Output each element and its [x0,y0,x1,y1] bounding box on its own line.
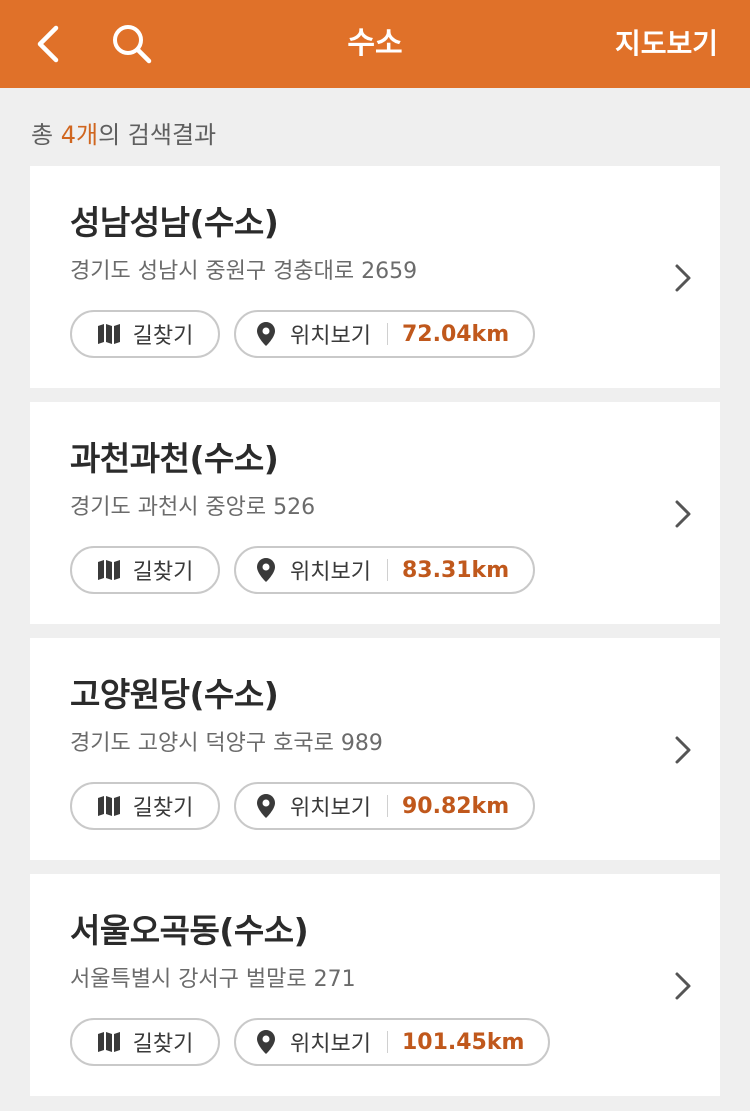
location-label: 위치보기 [290,796,371,821]
page-title: 수소 [347,26,403,61]
divider [386,559,388,581]
location-button[interactable]: 위치보기 90.82km [234,782,536,830]
location-pin-icon [256,1029,276,1055]
divider [386,323,388,345]
chevron-right-icon [670,496,696,532]
station-name: 과천과천(수소) [70,439,279,478]
station-address: 서울특별시 강서구 벌말로 271 [70,967,356,992]
top-bar: 수소 지도보기 [0,0,750,88]
station-list: 성남성남(수소) 경기도 성남시 중원구 경충대로 2659 길찾기 위치보기 … [30,166,720,1110]
map-icon [97,796,120,816]
station-address: 경기도 과천시 중앙로 526 [70,495,316,520]
station-name: 서울오곡동(수소) [70,911,309,950]
search-button[interactable] [104,20,160,68]
result-count: 4개 [60,121,99,149]
station-address: 경기도 고양시 덕양구 호국로 989 [70,731,383,756]
divider [386,1031,388,1053]
route-button[interactable]: 길찾기 [70,310,220,358]
location-pin-icon [256,793,276,819]
station-card[interactable]: 고양원당(수소) 경기도 고양시 덕양구 호국로 989 길찾기 위치보기 90… [30,638,720,860]
chevron-right-icon [670,968,696,1004]
location-button[interactable]: 위치보기 101.45km [234,1018,551,1066]
distance: 72.04km [401,321,510,347]
route-button[interactable]: 길찾기 [70,782,220,830]
location-pin-icon [256,321,276,347]
search-icon [113,25,152,64]
route-button[interactable]: 길찾기 [70,546,220,594]
station-card[interactable]: 과천과천(수소) 경기도 과천시 중앙로 526 길찾기 위치보기 83.31k… [30,402,720,624]
map-icon [97,1032,120,1052]
route-button[interactable]: 길찾기 [70,1018,220,1066]
distance: 83.31km [401,557,510,583]
route-label: 길찾기 [132,796,194,821]
station-address: 경기도 성남시 중원구 경충대로 2659 [70,259,418,284]
location-label: 위치보기 [290,1032,371,1057]
map-icon [97,324,120,344]
route-label: 길찾기 [132,324,194,349]
distance: 101.45km [401,1029,525,1055]
summary-prefix: 총 [31,121,61,149]
station-card[interactable]: 서울오곡동(수소) 서울특별시 강서구 벌말로 271 길찾기 위치보기 101… [30,874,720,1096]
station-name: 성남성남(수소) [70,203,279,242]
location-label: 위치보기 [290,560,371,585]
station-name: 고양원당(수소) [70,675,279,714]
chevron-left-icon [37,25,59,63]
route-label: 길찾기 [132,1032,194,1057]
summary-suffix: 의 검색결과 [98,121,217,149]
station-card[interactable]: 성남성남(수소) 경기도 성남시 중원구 경충대로 2659 길찾기 위치보기 … [30,166,720,388]
location-button[interactable]: 위치보기 83.31km [234,546,536,594]
distance: 90.82km [401,793,510,819]
location-button[interactable]: 위치보기 72.04km [234,310,536,358]
map-view-button[interactable]: 지도보기 [615,0,718,88]
result-summary: 총 4개의 검색결과 [31,117,216,153]
location-pin-icon [256,557,276,583]
location-label: 위치보기 [290,324,371,349]
back-button[interactable] [24,20,72,68]
divider [386,795,388,817]
map-icon [97,560,120,580]
chevron-right-icon [670,260,696,296]
chevron-right-icon [670,732,696,768]
route-label: 길찾기 [132,560,194,585]
